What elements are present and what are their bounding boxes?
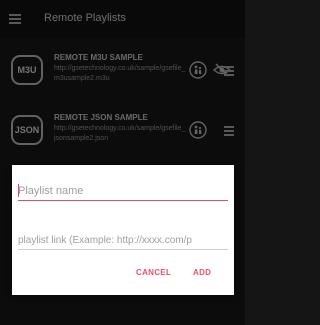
add-button[interactable]: ADD — [193, 268, 211, 277]
add-playlist-dialog: CANCEL ADD — [12, 165, 234, 295]
playlist-link-input[interactable] — [18, 231, 228, 250]
cancel-button[interactable]: CANCEL — [136, 268, 171, 277]
text-cursor — [18, 184, 19, 197]
playlist-name-input[interactable] — [18, 182, 228, 201]
